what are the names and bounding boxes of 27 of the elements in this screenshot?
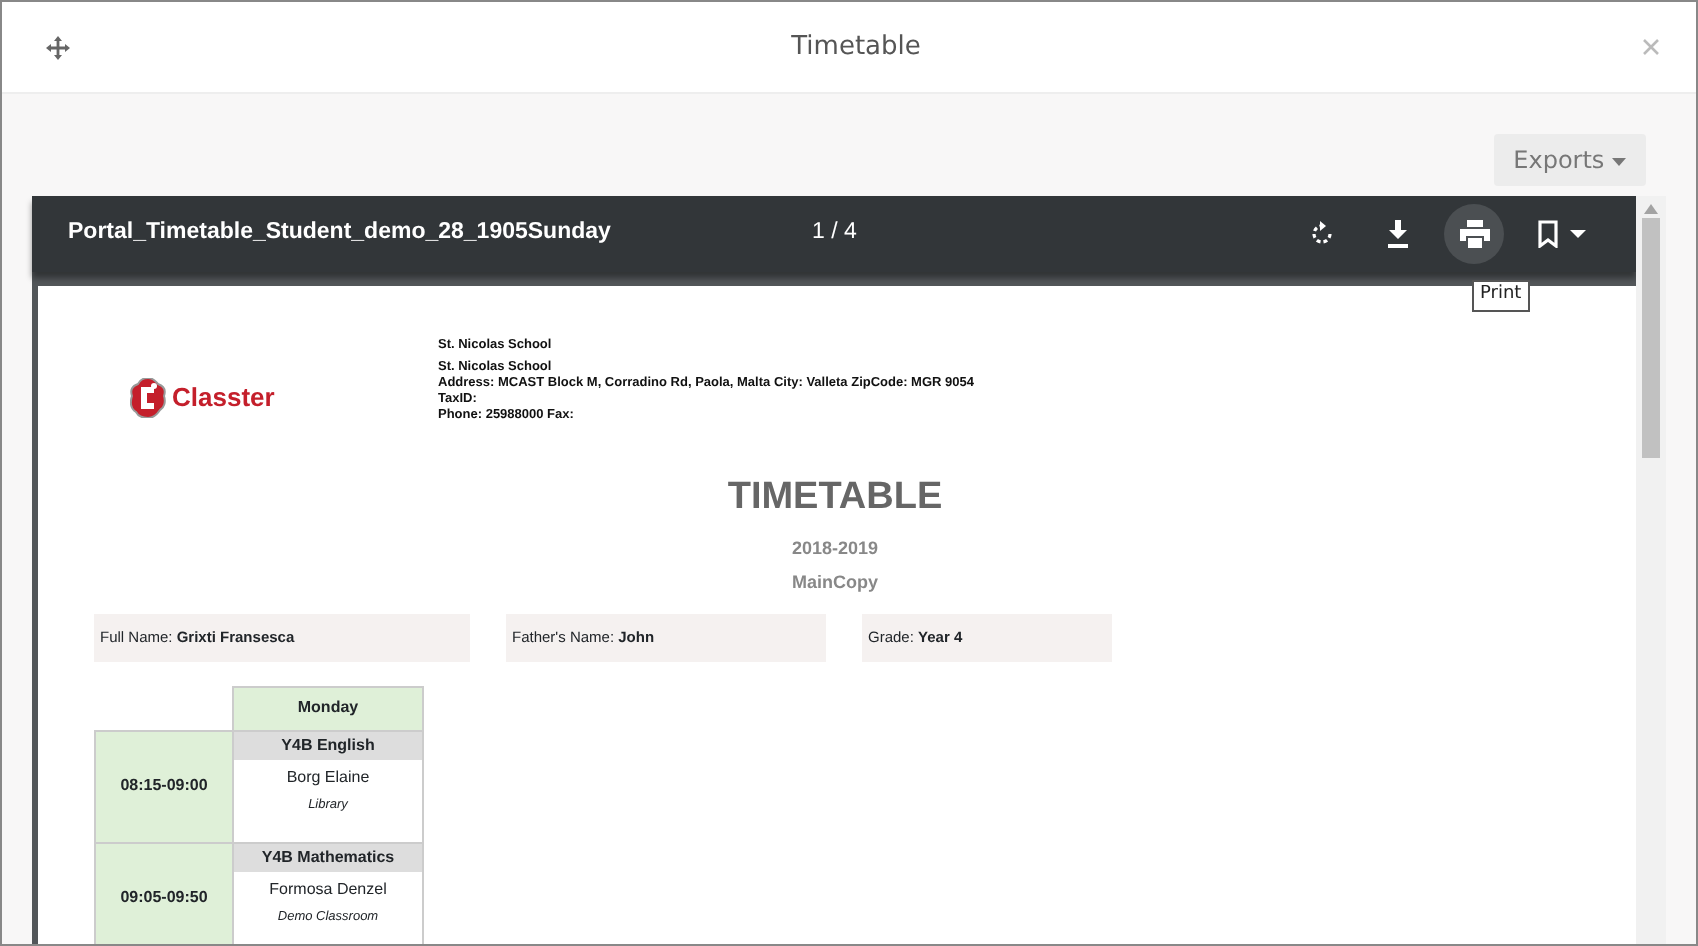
page-indicator: 1 / 4 xyxy=(812,218,859,249)
copy-label: MainCopy xyxy=(789,570,880,596)
exports-button[interactable]: Exports xyxy=(1493,134,1646,186)
scrollbar-thumb[interactable] xyxy=(1642,218,1660,458)
document-title: TIMETABLE xyxy=(725,474,945,522)
move-icon[interactable] xyxy=(46,35,70,59)
print-button[interactable] xyxy=(1444,204,1504,264)
day-header: Monday xyxy=(233,686,423,730)
lesson-teacher: Borg Elaine xyxy=(284,765,372,789)
time-cell: 08:15-09:00 xyxy=(95,730,233,842)
printer-icon xyxy=(1459,220,1489,248)
logo-icon xyxy=(130,378,166,418)
caret-icon xyxy=(1612,157,1626,166)
bookmark-icon xyxy=(1535,220,1559,248)
print-tooltip: Print xyxy=(1472,280,1530,311)
scrollbar-track[interactable] xyxy=(1636,196,1666,944)
dialog-title: Timetable xyxy=(789,29,923,66)
logo-text: Classter xyxy=(172,380,275,417)
file-name: Portal_Timetable_Student_demo_28_1905Sunday xyxy=(68,218,613,249)
download-icon xyxy=(1386,220,1410,248)
rotate-icon xyxy=(1308,220,1336,248)
lesson-subject: Y4B English xyxy=(234,731,422,759)
time-cell: 09:05-09:50 xyxy=(95,842,233,944)
lesson-teacher: Formosa Denzel xyxy=(267,877,389,901)
school-year: 2018-2019 xyxy=(789,535,881,561)
lesson-subject: Y4B Mathematics xyxy=(234,843,422,871)
caret-icon xyxy=(1569,230,1585,238)
